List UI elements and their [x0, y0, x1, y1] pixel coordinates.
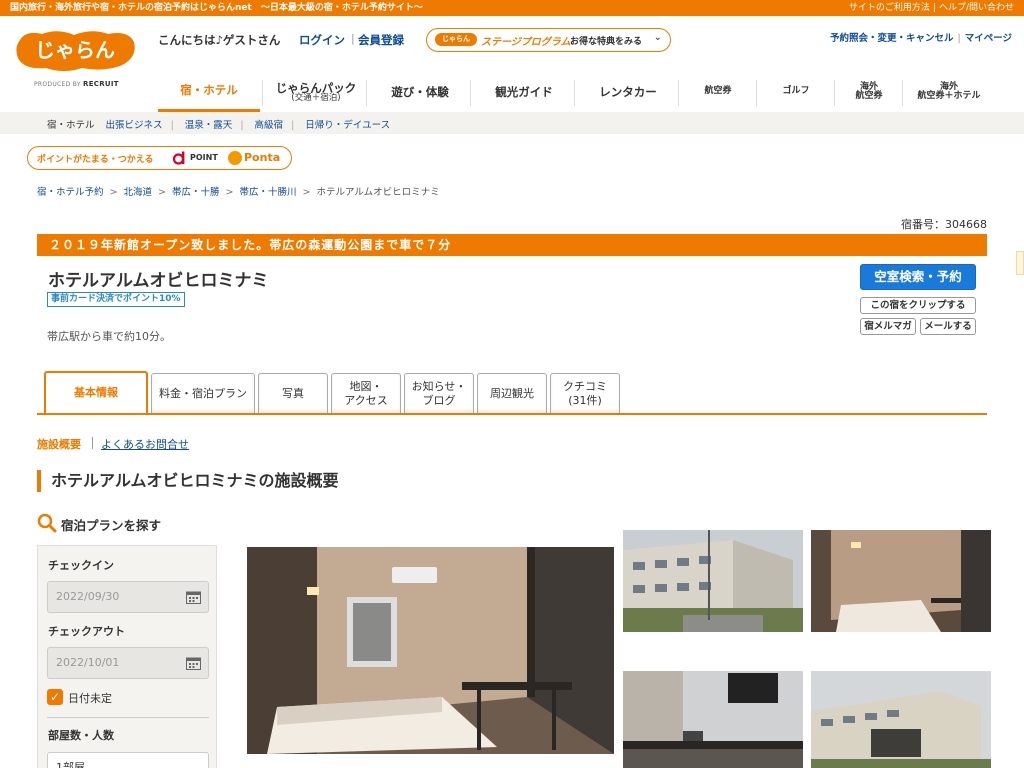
stage-program-banner[interactable]: じゃらん ステージプログラム お得な特典をみる ⌄ [426, 28, 671, 52]
nav-tourism-guide[interactable]: 観光ガイド [472, 72, 576, 112]
vacancy-search-button[interactable]: 空室検索・予約 [860, 264, 976, 290]
ponta-icon [228, 151, 242, 165]
thumbnail-photo-room-1[interactable] [811, 530, 991, 632]
main-nav: 宿・ホテル じゃらんパック (交通＋宿泊) 遊び・体験 観光ガイド レンタカー 航… [158, 72, 1014, 112]
yado-number: 宿番号：304668 [901, 218, 987, 231]
breadcrumb-current: ホテルアルムオビヒロミナミ [316, 187, 440, 198]
subnav: 宿・ホテル 出張ビジネス | 温泉・露天 | 高級宿 | 日帰り・デイユース [47, 120, 391, 131]
hotel-magazine-button[interactable]: 宿メルマガ [860, 318, 916, 335]
calendar-icon [186, 591, 201, 604]
plan-search-heading: 宿泊プランを探す [61, 518, 162, 533]
login-link[interactable]: ログイン [299, 32, 345, 48]
send-mail-button[interactable]: メールする [920, 318, 976, 335]
checkin-label: チェックイン [48, 559, 114, 572]
site-tagline: 国内旅行・海外旅行や宿・ホテルの宿泊予約はじゃらんnet 〜日本最大級の宿・ホテ… [10, 3, 423, 13]
hotel-name: ホテルアルムオビヒロミナミ [48, 271, 269, 291]
hotel-catchcopy: ２０１９年新館オープン致しました。帯広の森運動公園まで車で７分 [37, 234, 987, 256]
checkout-label: チェックアウト [48, 625, 125, 638]
subnav-dayuse[interactable]: 日帰り・デイユース [305, 120, 390, 131]
reservation-manage-link[interactable]: 予約照会・変更・キャンセル [830, 33, 954, 44]
nav-overseas-air-hotel[interactable]: 海外 航空券＋ホテル [904, 72, 994, 112]
section-title: ホテルアルムオビヒロミナミの施設概要 [37, 470, 339, 492]
anchor-overview: 施設概要 [37, 438, 81, 451]
tab-underline [37, 413, 987, 415]
rooms-guests-label: 部屋数・人数 [48, 729, 114, 742]
subnav-luxury[interactable]: 高級宿 [255, 120, 284, 131]
chevron-down-icon: ⌄ [653, 32, 662, 43]
greeting-text: こんにちは♪ゲストさん [158, 33, 281, 47]
thumbnail-photo-exterior-2[interactable] [811, 671, 991, 768]
stage-benefit-text: お得な特典をみる [570, 37, 643, 47]
tab-reviews[interactable]: クチコミ (31件) [550, 373, 620, 413]
nav-activities[interactable]: 遊び・体験 [368, 72, 472, 112]
nav-overseas-air[interactable]: 海外 航空券 [836, 72, 902, 112]
tab-map-access[interactable]: 地図・ アクセス [331, 373, 401, 413]
points-banner[interactable]: ポイントがたまる・つかえる POINT Ponta [27, 146, 292, 170]
header-right-links: 予約照会・変更・キャンセル | マイページ [829, 33, 1012, 44]
breadcrumb-hokkaido[interactable]: 北海道 [123, 187, 152, 198]
nav-air-ticket[interactable]: 航空券 [680, 72, 756, 112]
breadcrumb: 宿・ホテル予約 > 北海道 > 帯広・十勝 > 帯広・十勝川 > ホテルアルムオビヒロミナミ [37, 187, 440, 198]
date-undecided-label: 日付未定 [68, 692, 112, 705]
search-icon [37, 513, 57, 533]
card-point-badge: 事前カード決済でポイント10% [47, 292, 185, 307]
produced-by-recruit: PRODUCED BY RECRUIT [34, 80, 119, 88]
checkout-date-field[interactable]: 2022/10/01 [47, 647, 209, 679]
points-text: ポイントがたまる・つかえる [37, 155, 154, 165]
clip-hotel-button[interactable]: この宿をクリップする [860, 297, 976, 314]
subnav-business[interactable]: 出張ビジネス [106, 120, 163, 131]
top-strip: 国内旅行・海外旅行や宿・ホテルの宿泊予約はじゃらんnet 〜日本最大級の宿・ホテ… [0, 0, 1024, 16]
dpoint-text: POINT [190, 153, 218, 162]
nav-golf[interactable]: ゴルフ [758, 72, 834, 112]
date-undecided-checkbox[interactable]: ✓ [47, 689, 63, 705]
hotel-access: 帯広駅から車で約10分。 [47, 330, 171, 343]
register-link[interactable]: 会員登録 [358, 32, 404, 48]
tab-plans[interactable]: 料金・宿泊プラン [151, 373, 255, 413]
breadcrumb-hotel-reserve[interactable]: 宿・ホテル予約 [37, 187, 104, 198]
thumbnail-photo-exterior[interactable] [623, 530, 803, 632]
calendar-icon [186, 657, 201, 670]
stage-program-title: ステージプログラム [481, 37, 571, 48]
thumbnail-photo-room-2[interactable] [623, 671, 803, 768]
dpoint-icon [172, 151, 185, 165]
nav-hotel[interactable]: 宿・ホテル [158, 72, 260, 112]
side-feedback-tab[interactable] [1016, 251, 1024, 275]
stage-pill-logo: じゃらん [435, 33, 477, 46]
tab-photos[interactable]: 写真 [258, 373, 328, 413]
breadcrumb-obihiro-tokachi[interactable]: 帯広・十勝 [172, 187, 220, 198]
ponta-text: Ponta [244, 151, 281, 164]
main-photo-room[interactable] [247, 547, 614, 754]
help-contact-link[interactable]: ヘルプ/問い合わせ [939, 3, 1014, 13]
logo-text: じゃらん [35, 38, 115, 62]
subnav-hotel: 宿・ホテル [47, 120, 95, 131]
rooms-select[interactable]: 1部屋 [47, 752, 209, 768]
plan-search-box: チェックイン 2022/09/30 チェックアウト 2022/10/01 ✓ 日… [37, 545, 217, 768]
nav-jalan-pack[interactable]: じゃらんパック (交通＋宿泊) [264, 72, 368, 112]
anchor-faq-link[interactable]: よくあるお問合せ [101, 436, 189, 452]
usage-guide-link[interactable]: サイトのご利用方法 [849, 3, 930, 13]
jalan-logo[interactable]: じゃらん [12, 26, 138, 74]
top-help-links: サイトのご利用方法 | ヘルプ/問い合わせ [848, 3, 1014, 13]
tab-sightseeing[interactable]: 周辺観光 [477, 373, 547, 413]
tab-basic-info[interactable]: 基本情報 [44, 371, 148, 415]
tab-news-blog[interactable]: お知らせ・ ブログ [404, 373, 474, 413]
subnav-onsen[interactable]: 温泉・露天 [185, 120, 233, 131]
checkin-date-field[interactable]: 2022/09/30 [47, 581, 209, 613]
mypage-link[interactable]: マイページ [965, 33, 1012, 44]
nav-rental-car[interactable]: レンタカー [576, 72, 680, 112]
breadcrumb-obihiro-tokachigawa[interactable]: 帯広・十勝川 [239, 187, 296, 198]
